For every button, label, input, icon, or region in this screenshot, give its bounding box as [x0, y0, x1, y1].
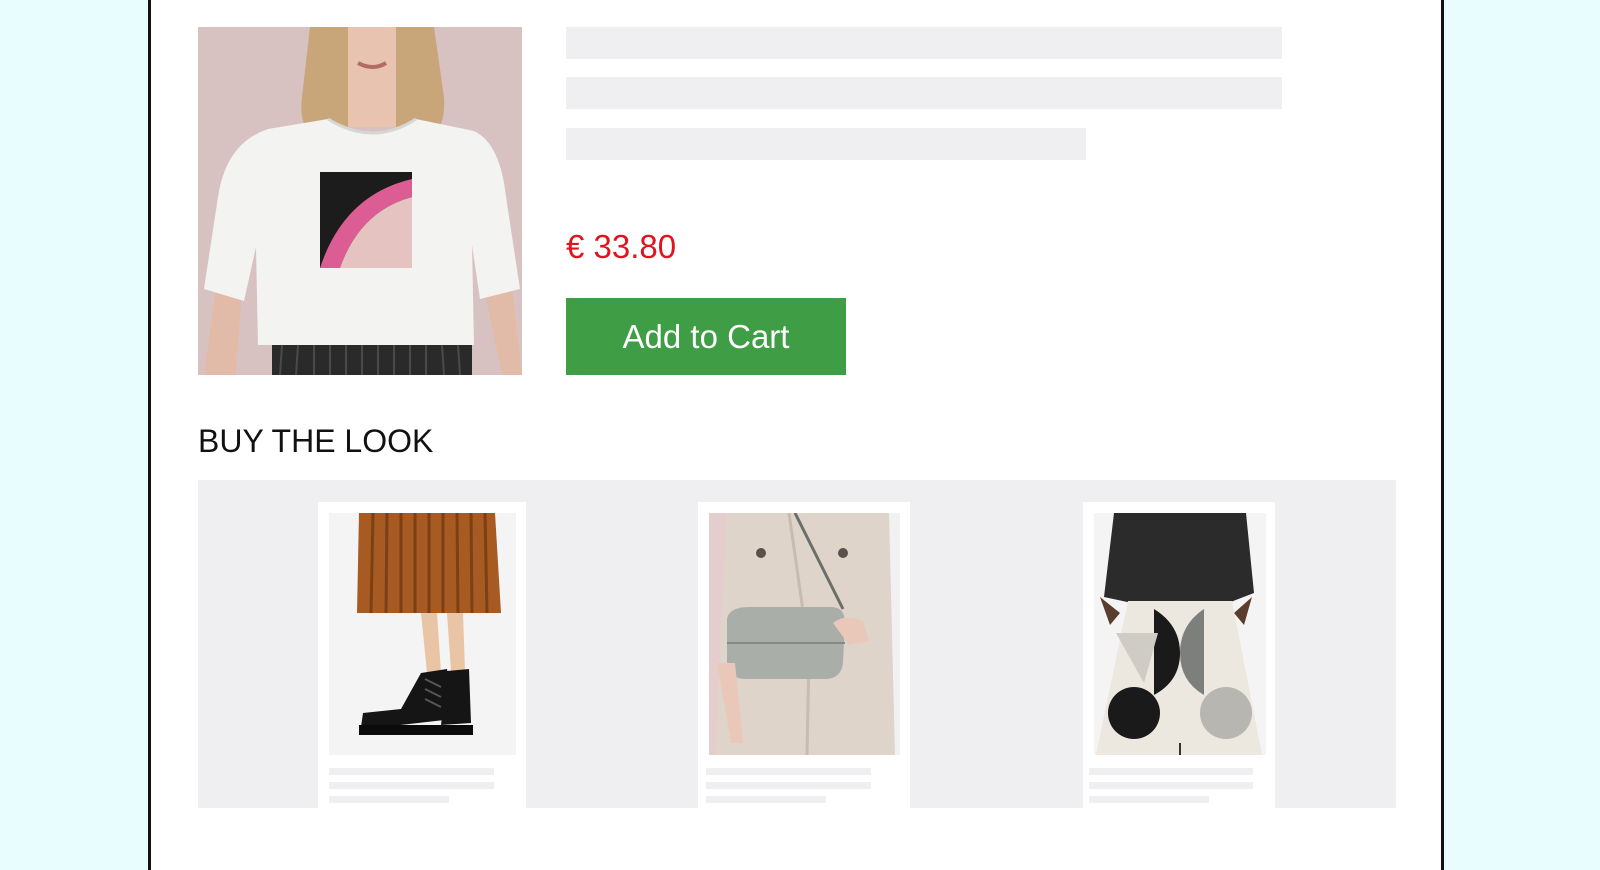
look-item-title-line [1089, 782, 1253, 789]
product-price: € 33.80 [566, 228, 677, 265]
look-item-title-line [1089, 796, 1209, 803]
look-item-image [709, 513, 900, 755]
look-item-title-line [706, 796, 826, 803]
product-image[interactable] [198, 27, 522, 375]
look-item-trousers[interactable] [1083, 502, 1275, 808]
look-item-coat-bag[interactable] [698, 502, 910, 808]
look-item-title-line [329, 768, 494, 775]
add-to-cart-button[interactable]: Add to Cart [566, 298, 846, 375]
buy-the-look-title: BUY THE LOOK [198, 423, 434, 459]
title-skeleton-line-1 [566, 27, 1282, 59]
buy-the-look-carousel [198, 480, 1396, 808]
look-item-title-line [1089, 768, 1253, 775]
look-item-title-line [329, 796, 449, 803]
look-item-image [329, 513, 516, 755]
look-item-image [1094, 513, 1266, 755]
look-item-skirt-boots[interactable] [318, 502, 526, 808]
title-skeleton-line-2 [566, 77, 1282, 109]
look-item-title-line [329, 782, 494, 789]
look-item-title-line [706, 768, 871, 775]
title-skeleton-line-3 [566, 128, 1086, 160]
look-item-title-line [706, 782, 871, 789]
